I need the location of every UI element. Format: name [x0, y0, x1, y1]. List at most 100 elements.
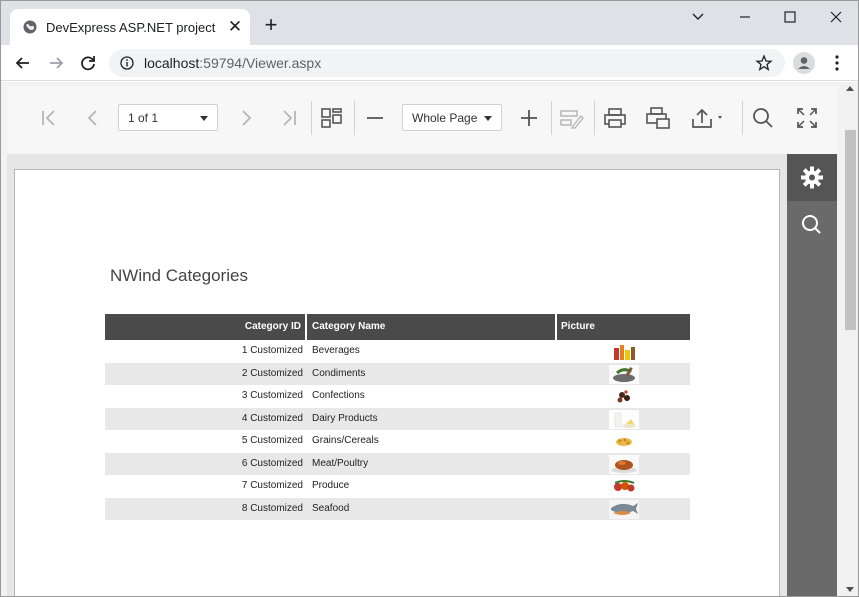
- table-row: 8 Customized Seafood: [105, 497, 690, 520]
- dairy-products-picture: [609, 409, 639, 429]
- col-header-picture: Picture: [561, 321, 595, 332]
- vertical-scrollbar[interactable]: [843, 82, 858, 596]
- table-row: 1 Customized Beverages: [105, 340, 690, 363]
- table-row: 5 Customized Grains/Cereals: [105, 430, 690, 453]
- caret-down-icon: [484, 116, 492, 121]
- category-name-cell: Grains/Cereals: [312, 435, 379, 446]
- page-selector-value: 1 of 1: [128, 111, 159, 125]
- category-id-cell: 6 Customized: [241, 457, 303, 469]
- minimize-icon[interactable]: [734, 7, 756, 27]
- beverages-picture: [614, 345, 635, 360]
- forward-icon[interactable]: [45, 52, 67, 74]
- url-path: :59794/Viewer.aspx: [199, 55, 322, 71]
- chevron-down-icon[interactable]: [687, 7, 709, 27]
- address-toolbar: localhost:59794/Viewer.aspx: [1, 45, 858, 81]
- reload-icon[interactable]: [77, 52, 99, 74]
- categories-table: Category ID Category Name Picture 1 Cust…: [105, 314, 690, 520]
- category-id-cell: 7 Customized: [241, 480, 303, 491]
- scroll-up-arrow-icon[interactable]: [846, 86, 854, 91]
- toolbar-separator: [551, 101, 552, 135]
- export-icon[interactable]: [689, 104, 729, 132]
- page-selector[interactable]: 1 of 1: [118, 104, 218, 131]
- category-name-cell: Confections: [312, 390, 365, 401]
- zoom-selector[interactable]: Whole Page: [402, 104, 502, 131]
- category-name-cell: Dairy Products: [312, 412, 378, 424]
- table-row: 7 Customized Produce: [105, 475, 690, 498]
- globe-icon: [23, 20, 37, 34]
- report-title: NWind Categories: [110, 266, 248, 285]
- scroll-thumb[interactable]: [845, 130, 856, 330]
- search-icon: [802, 215, 821, 234]
- print-icon[interactable]: [601, 104, 629, 132]
- title-bar: DevExpress ASP.NET project ✕ +: [1, 1, 858, 45]
- side-panel: [787, 154, 837, 596]
- table-header: Category ID Category Name Picture: [105, 314, 690, 340]
- zoom-selector-value: Whole Page: [412, 111, 478, 125]
- fullscreen-icon[interactable]: [793, 104, 821, 132]
- gear-icon: [801, 166, 823, 189]
- viewer-toolbar: 1 of 1 Whole Page: [7, 86, 837, 154]
- grains-cereals-picture: [616, 438, 632, 446]
- col-header-category-id: Category ID: [244, 321, 301, 332]
- caret-down-icon: [200, 116, 208, 121]
- condiments-picture: [609, 364, 639, 384]
- column-divider: [305, 314, 307, 340]
- prev-page-icon[interactable]: [79, 104, 107, 132]
- column-divider: [555, 314, 557, 340]
- star-icon[interactable]: [755, 54, 773, 72]
- toolbar-separator: [354, 101, 355, 135]
- document-viewer: 1 of 1 Whole Page NWind Categories Categ…: [1, 82, 843, 596]
- search-icon[interactable]: [749, 104, 777, 132]
- tab-title: DevExpress ASP.NET project: [46, 20, 216, 35]
- confections-picture: [617, 390, 630, 403]
- first-page-icon[interactable]: [35, 104, 63, 132]
- address-bar[interactable]: localhost:59794/Viewer.aspx: [109, 49, 785, 77]
- category-name-cell: Produce: [312, 480, 350, 491]
- search-tab[interactable]: [787, 201, 837, 248]
- toolbar-separator: [311, 101, 312, 135]
- scroll-down-arrow-icon[interactable]: [846, 587, 854, 592]
- url-text: localhost:59794/Viewer.aspx: [144, 55, 321, 71]
- last-page-icon[interactable]: [275, 104, 303, 132]
- category-id-cell: 3 Customized: [241, 390, 303, 401]
- table-row: 6 Customized Meat/Poultry: [105, 452, 690, 475]
- more-menu-icon[interactable]: [830, 53, 844, 73]
- new-tab-icon[interactable]: +: [260, 14, 282, 36]
- report-page: NWind Categories Category ID Category Na…: [14, 169, 780, 596]
- url-host: localhost: [144, 55, 200, 71]
- browser-tab[interactable]: DevExpress ASP.NET project ✕: [10, 9, 250, 45]
- info-icon[interactable]: [120, 56, 134, 70]
- category-name-cell: Seafood: [312, 502, 350, 514]
- category-id-cell: 8 Customized: [241, 502, 303, 514]
- category-name-cell: Condiments: [312, 367, 366, 379]
- table-row: 4 Customized Dairy Products: [105, 407, 690, 430]
- profile-avatar[interactable]: [793, 52, 815, 74]
- editing-fields-icon[interactable]: [557, 104, 585, 132]
- table-row: 2 Customized Condiments: [105, 362, 690, 385]
- category-name-cell: Meat/Poultry: [312, 457, 369, 469]
- close-window-icon[interactable]: [825, 7, 847, 27]
- multipage-icon[interactable]: [318, 104, 346, 132]
- maximize-icon[interactable]: [779, 7, 801, 27]
- toolbar-separator: [742, 101, 743, 135]
- table-row: 3 Customized Confections: [105, 385, 690, 408]
- category-id-cell: 1 Customized: [241, 345, 303, 356]
- col-header-category-name: Category Name: [312, 321, 386, 332]
- document-area[interactable]: NWind Categories Category ID Category Na…: [7, 154, 787, 596]
- category-id-cell: 2 Customized: [241, 367, 303, 379]
- category-id-cell: 4 Customized: [241, 412, 303, 424]
- properties-tab[interactable]: [787, 154, 837, 201]
- close-tab-icon[interactable]: ✕: [226, 18, 244, 36]
- zoom-in-icon[interactable]: [515, 104, 543, 132]
- next-page-icon[interactable]: [232, 104, 260, 132]
- category-name-cell: Beverages: [312, 345, 360, 356]
- zoom-out-icon[interactable]: [361, 104, 389, 132]
- print-page-icon[interactable]: [644, 104, 672, 132]
- seafood-picture: [609, 499, 639, 519]
- back-icon[interactable]: [12, 52, 34, 74]
- category-id-cell: 5 Customized: [241, 435, 303, 446]
- toolbar-separator: [594, 101, 595, 135]
- browser-window: DevExpress ASP.NET project ✕ + localhost…: [0, 0, 859, 597]
- produce-picture: [614, 480, 635, 492]
- person-icon: [798, 57, 810, 69]
